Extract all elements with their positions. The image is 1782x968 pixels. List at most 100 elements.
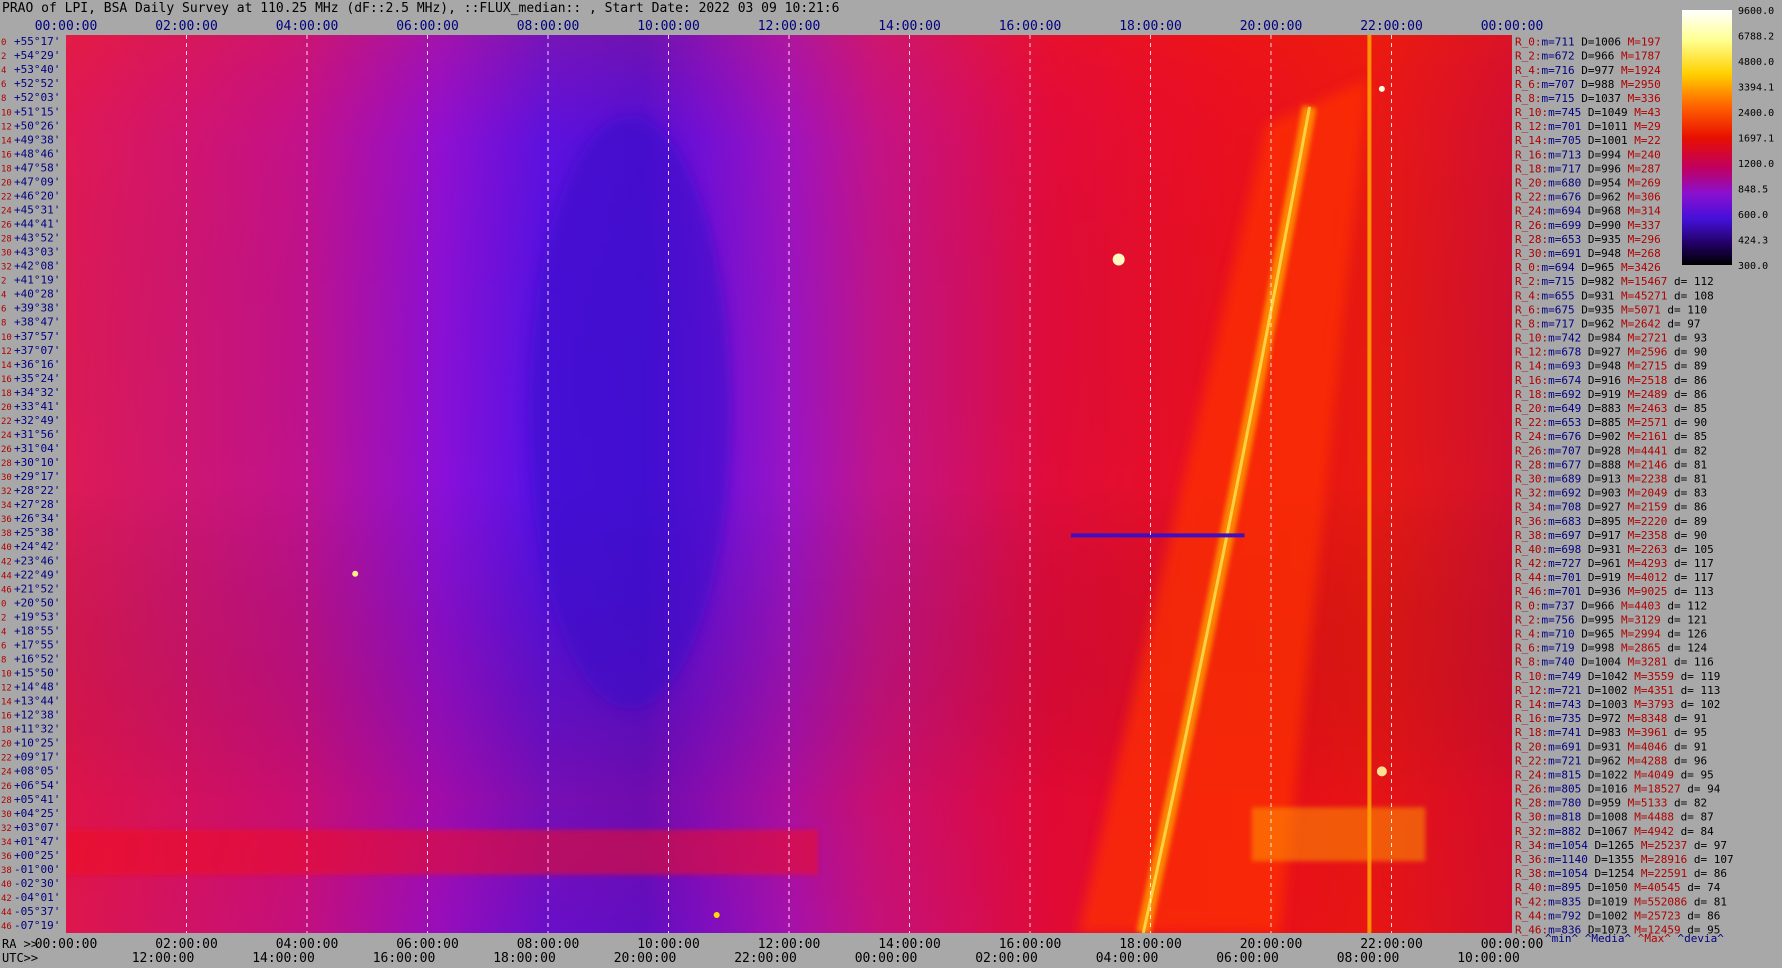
stats-median: 1037 (1595, 92, 1622, 105)
stats-region: R_12: (1515, 120, 1548, 133)
stats-dev: 110 (1687, 303, 1707, 316)
y-row-index: 14 (1, 136, 12, 146)
stats-dev-prefix: d= (1661, 303, 1688, 316)
stats-dev: 108 (1694, 289, 1714, 302)
stats-dev-prefix: d= (1661, 642, 1688, 655)
y-dec-label: +22°49' (14, 568, 60, 581)
stats-max-prefix: M= (1621, 656, 1641, 669)
y-dec-label: +43°03' (14, 246, 60, 259)
stats-dev: 86 (1714, 867, 1727, 880)
y-dec-label: +52°52' (14, 77, 60, 90)
x-ra-tick-label: 16:00:00 (999, 937, 1062, 952)
stats-median-prefix: D= (1581, 895, 1601, 908)
stats-min: 698 (1561, 543, 1581, 556)
stats-max-prefix: M= (1628, 670, 1648, 683)
stats-region: R_22: (1515, 191, 1548, 204)
stats-region: R_0: (1515, 36, 1542, 49)
stats-dev: 113 (1701, 684, 1721, 697)
y-row-index: 8 (1, 94, 6, 104)
stats-region: R_22: (1515, 754, 1548, 767)
stats-min: 741 (1561, 726, 1581, 739)
stats-min: 672 (1555, 50, 1575, 63)
stats-region: R_6: (1515, 78, 1542, 91)
stats-dev-prefix: d= (1674, 811, 1701, 824)
stats-median: 885 (1601, 416, 1621, 429)
stats-min: 716 (1555, 64, 1575, 77)
stats-min: 717 (1555, 317, 1575, 330)
stats-row: R_30:m=689 D=913 M=2238 d= 81 (1515, 472, 1707, 485)
stats-region: R_4: (1515, 64, 1542, 77)
stats-dev: 74 (1707, 881, 1721, 894)
stats-median-prefix: D= (1581, 825, 1601, 838)
stats-region: R_8: (1515, 656, 1542, 669)
stats-min-prefix: m= (1548, 120, 1562, 133)
stats-min: 676 (1561, 191, 1581, 204)
y-dec-label: +27°28' (14, 498, 60, 511)
stats-median: 1042 (1601, 670, 1628, 683)
y-dec-label: +38°47' (14, 316, 60, 329)
colorbar-tick-label: 300.0 (1738, 261, 1768, 272)
stats-max: 1787 (1634, 50, 1661, 63)
y-dec-label: +10°25' (14, 737, 60, 750)
stats-median: 919 (1601, 388, 1621, 401)
stats-max: 2571 (1641, 416, 1668, 429)
x-ra-tick-label: 18:00:00 (1119, 937, 1182, 952)
stats-row: R_20:m=680 D=954 M=269 (1515, 177, 1661, 190)
stats-median: 935 (1601, 233, 1621, 246)
stats-dev: 91 (1694, 740, 1707, 753)
y-dec-label: +12°38' (14, 709, 60, 722)
stats-max: 25237 (1654, 839, 1687, 852)
stats-median-prefix: D= (1581, 557, 1601, 570)
stats-median-prefix: D= (1575, 275, 1595, 288)
stats-max-prefix: M= (1621, 388, 1641, 401)
stats-max: 4293 (1641, 557, 1668, 570)
stats-median-prefix: D= (1581, 543, 1601, 556)
stats-median-prefix: D= (1581, 811, 1601, 824)
stats-dev: 119 (1701, 670, 1721, 683)
x-ra-tick-label: 20:00:00 (1240, 937, 1303, 952)
stats-median-prefix: D= (1575, 303, 1595, 316)
stats-max-prefix: M= (1614, 275, 1634, 288)
stats-median: 977 (1595, 64, 1615, 77)
stats-max-prefix: M= (1628, 768, 1648, 781)
stats-region: R_26: (1515, 219, 1548, 232)
stats-max: 28916 (1654, 853, 1687, 866)
stats-median: 966 (1595, 50, 1615, 63)
stats-median-prefix: D= (1581, 881, 1601, 894)
stats-region: R_12: (1515, 346, 1548, 359)
stats-min: 740 (1555, 656, 1575, 669)
stats-dev: 86 (1694, 501, 1707, 514)
colorbar-tick-label: 600.0 (1738, 210, 1768, 221)
stats-region: R_2: (1515, 50, 1542, 63)
stats-median-prefix: D= (1581, 106, 1601, 119)
bright-source (352, 570, 359, 577)
stats-median-prefix: D= (1581, 162, 1601, 175)
stats-region: R_32: (1515, 825, 1548, 838)
stats-max: 29 (1648, 120, 1661, 133)
stats-min: 693 (1561, 360, 1581, 373)
stats-row: R_6:m=675 D=935 M=5071 d= 110 (1515, 303, 1707, 316)
stats-max: 18527 (1648, 783, 1681, 796)
stats-min: 792 (1561, 909, 1581, 922)
stats-region: R_20: (1515, 740, 1548, 753)
stats-row: R_0:m=711 D=1006 M=197 (1515, 36, 1661, 49)
stats-max-prefix: M= (1621, 205, 1641, 218)
x-utc-tick-label: 20:00:00 (614, 951, 677, 966)
stats-row: R_22:m=676 D=962 M=306 (1515, 191, 1661, 204)
stats-median: 972 (1601, 712, 1621, 725)
x-top-tick-label: 06:00:00 (396, 19, 459, 34)
stats-max: 5133 (1641, 797, 1668, 810)
stats-max-prefix: M= (1628, 811, 1648, 824)
stats-max-prefix: M= (1621, 571, 1641, 584)
stats-min-prefix: m= (1548, 177, 1562, 190)
stats-region: R_14: (1515, 698, 1548, 711)
stats-row: R_18:m=717 D=996 M=287 (1515, 162, 1661, 175)
stats-min: 780 (1561, 797, 1581, 810)
stats-min-prefix: m= (1548, 825, 1562, 838)
stats-dev: 97 (1714, 839, 1727, 852)
stats-region: R_4: (1515, 289, 1542, 302)
stats-max-prefix: M= (1621, 487, 1641, 500)
colorbar-tick-label: 2400.0 (1738, 108, 1774, 119)
stats-row: R_30:m=818 D=1008 M=4488 d= 87 (1515, 811, 1714, 824)
stats-min: 882 (1561, 825, 1581, 838)
